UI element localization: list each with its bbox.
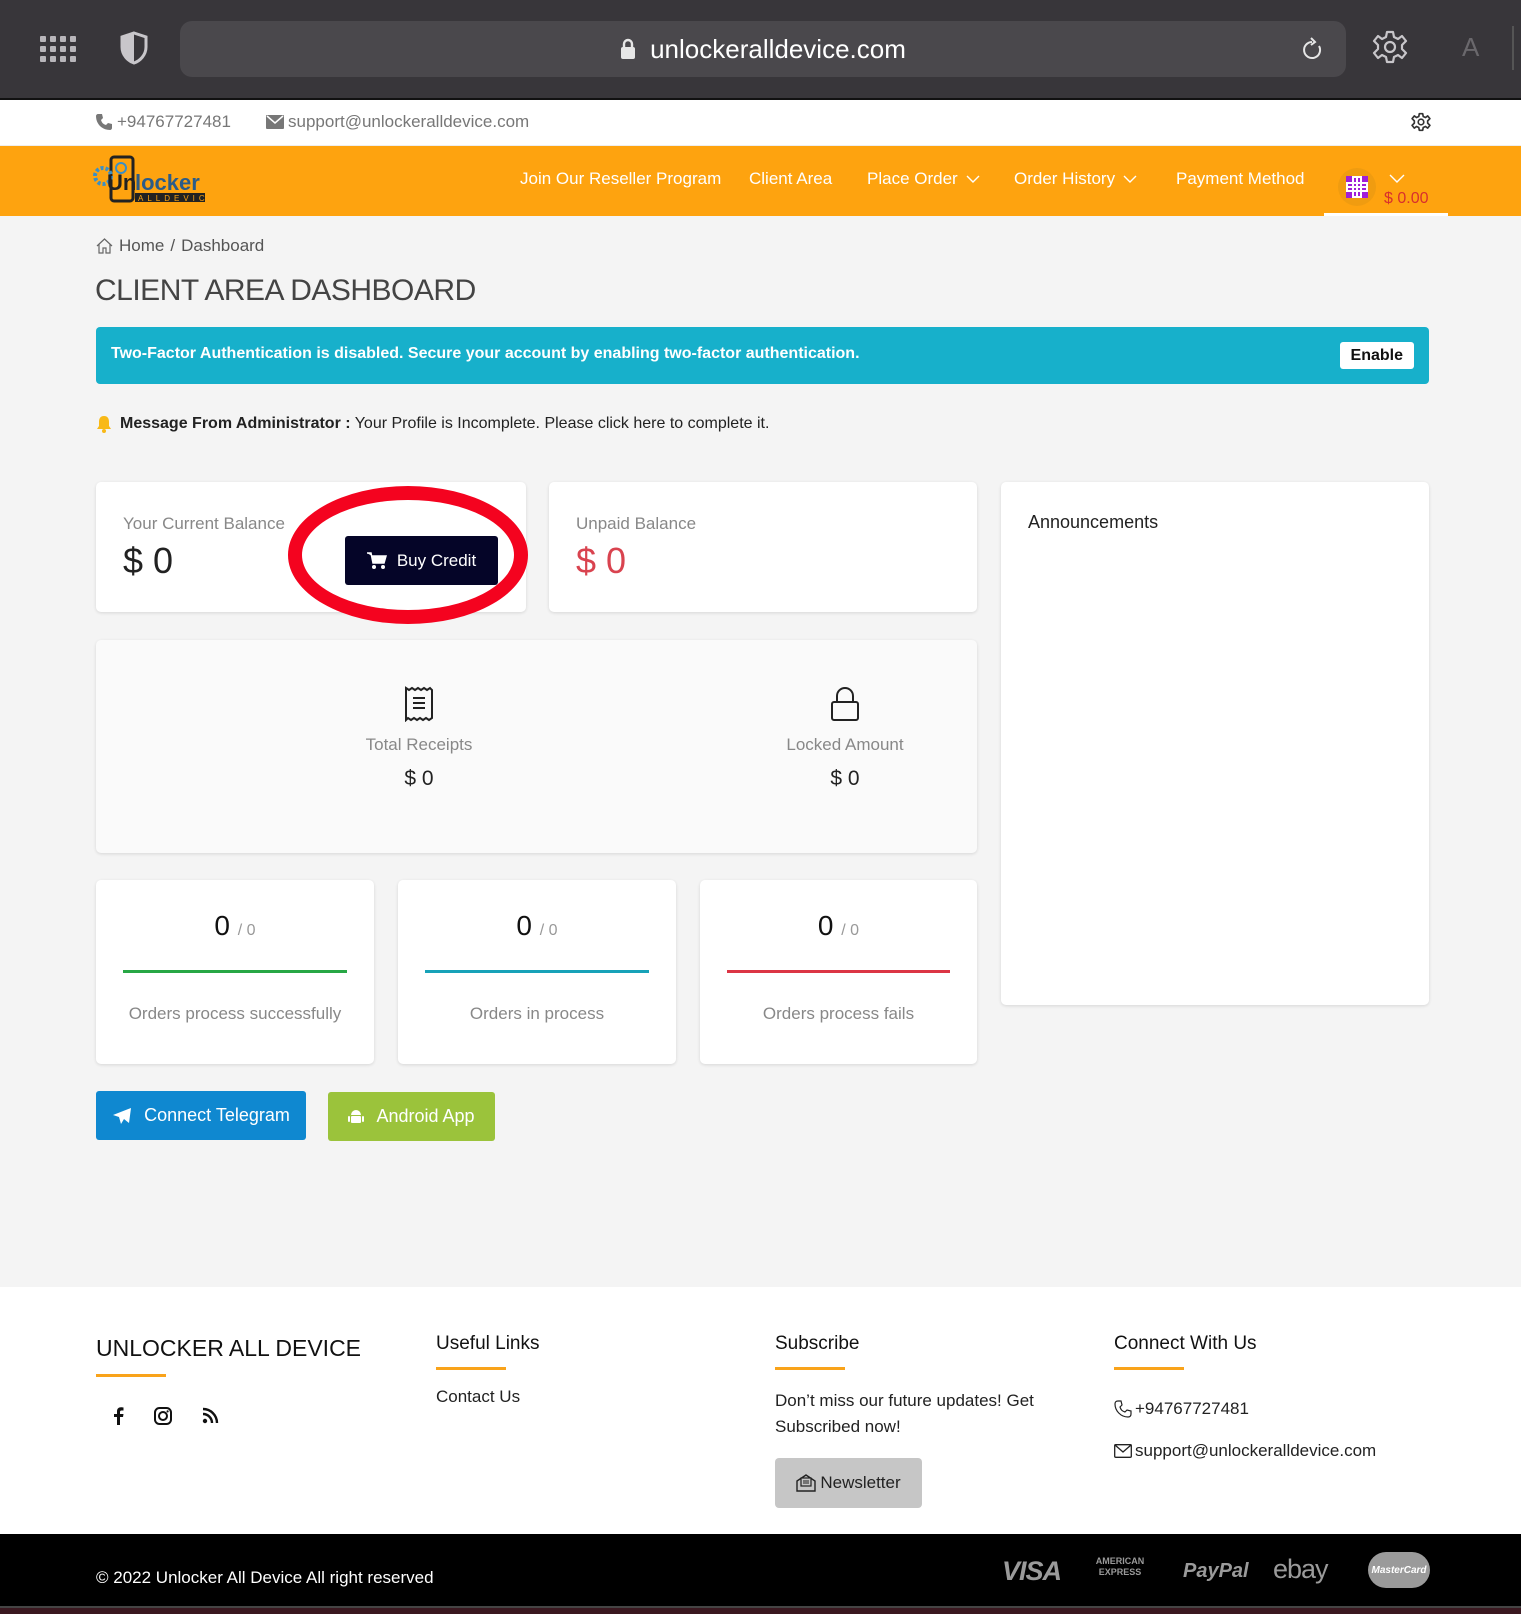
- orders-failed-card[interactable]: 0 / 0 Orders process fails: [700, 880, 977, 1064]
- envelope-icon: [266, 115, 284, 129]
- paypal-logo: PayPal: [1183, 1560, 1249, 1582]
- buy-credit-button[interactable]: Buy Credit: [345, 536, 498, 585]
- breadcrumb: Home / Dashboard: [96, 236, 264, 256]
- newsletter-button[interactable]: Newsletter: [775, 1458, 922, 1508]
- android-icon: [348, 1109, 365, 1123]
- alert-message: Two-Factor Authentication is disabled. S…: [111, 345, 860, 362]
- amex-logo: AMERICAN EXPRESS: [1095, 1556, 1145, 1577]
- locked-amount-stat: Locked Amount $ 0: [715, 686, 975, 791]
- visa-logo: VISA: [1002, 1556, 1062, 1586]
- site-logo[interactable]: Un locker ALLDEVICE: [93, 154, 214, 206]
- nav-client-area[interactable]: Client Area: [749, 169, 832, 189]
- total-receipts-stat: Total Receipts $ 0: [289, 686, 549, 791]
- admin-message: Message From Administrator : Your Profil…: [96, 415, 769, 433]
- active-indicator: [1324, 213, 1448, 216]
- envelope-open-icon: [796, 1474, 817, 1492]
- contact-bar: +94767727481 support@unlockeralldevice.c…: [0, 100, 1521, 146]
- svg-text:locker: locker: [135, 170, 200, 195]
- chevron-down-icon: [966, 175, 980, 183]
- telegram-icon: [113, 1107, 132, 1124]
- copyright-text: © 2022 Unlocker All Device All right res…: [96, 1568, 434, 1587]
- reader-mode-icon[interactable]: A: [1462, 32, 1479, 63]
- svg-text:Un: Un: [107, 170, 136, 195]
- settings-gear-icon[interactable]: [1372, 29, 1408, 70]
- announcements-panel: Announcements: [1001, 482, 1429, 1005]
- address-bar[interactable]: unlockeralldevice.com: [180, 21, 1346, 77]
- connect-telegram-button[interactable]: Connect Telegram: [96, 1091, 306, 1140]
- footer-link-contact-us[interactable]: Contact Us: [436, 1384, 540, 1410]
- in-process-progress-bar: [425, 970, 649, 973]
- chevron-down-icon: [1123, 175, 1137, 183]
- topbar-phone[interactable]: +94767727481: [95, 112, 231, 132]
- topbar-email[interactable]: support@unlockeralldevice.com: [266, 112, 529, 132]
- announcements-title: Announcements: [1028, 512, 1159, 532]
- current-balance-value: $ 0: [123, 540, 174, 581]
- browser-toolbar: unlockeralldevice.com A: [0, 0, 1521, 100]
- complete-profile-link[interactable]: Your Profile is Incomplete. Please click…: [355, 415, 770, 432]
- nav-place-order[interactable]: Place Order: [867, 169, 980, 189]
- settings-gear-icon[interactable]: [1411, 112, 1431, 137]
- unpaid-balance-value: $ 0: [576, 540, 627, 581]
- page-title: CLIENT AREA DASHBOARD: [95, 274, 476, 307]
- lock-icon: [621, 38, 636, 59]
- cart-icon: [366, 551, 387, 569]
- svg-text:ALLDEVICE: ALLDEVICE: [138, 194, 208, 203]
- android-app-button[interactable]: Android App: [328, 1092, 495, 1141]
- success-progress-bar: [123, 970, 347, 973]
- main-navbar: Un locker ALLDEVICE Join Our Reseller Pr…: [0, 146, 1521, 216]
- enable-2fa-button[interactable]: Enable: [1339, 342, 1414, 369]
- ebay-logo: ebay: [1273, 1554, 1329, 1584]
- bottom-stripe: [0, 1606, 1521, 1614]
- nav-reseller-program[interactable]: Join Our Reseller Program: [520, 169, 721, 189]
- home-icon: [96, 238, 113, 254]
- phone-icon: [96, 114, 112, 130]
- instagram-icon[interactable]: [154, 1407, 172, 1425]
- footer-phone[interactable]: +94767727481: [1114, 1396, 1376, 1422]
- footer-brand: UNLOCKER ALL DEVICE: [96, 1335, 361, 1425]
- nav-balance: $ 0.00: [1384, 190, 1429, 207]
- chevron-down-icon[interactable]: [1389, 174, 1405, 183]
- unpaid-balance-card: Unpaid Balance $ 0: [549, 482, 977, 612]
- url-text: unlockeralldevice.com: [650, 33, 906, 64]
- padlock-icon: [831, 687, 859, 721]
- footer-subscribe: Subscribe Don’t miss our future updates!…: [775, 1333, 1065, 1508]
- facebook-icon[interactable]: [112, 1407, 124, 1425]
- reload-icon[interactable]: [1300, 37, 1324, 68]
- breadcrumb-home[interactable]: Home: [119, 236, 164, 256]
- receipt-icon: [405, 686, 433, 723]
- orders-success-card[interactable]: 0 / 0 Orders process successfully: [96, 880, 374, 1064]
- two-factor-alert: Two-Factor Authentication is disabled. S…: [96, 327, 1429, 384]
- mastercard-logo: MasterCard: [1368, 1552, 1430, 1588]
- breadcrumb-current: Dashboard: [181, 236, 265, 255]
- footer-useful-links: Useful Links Contact Us: [436, 1333, 540, 1410]
- nav-order-history[interactable]: Order History: [1014, 169, 1137, 189]
- nav-payment-method[interactable]: Payment Method: [1176, 169, 1305, 189]
- account-stats-card: Total Receipts $ 0 Locked Amount $ 0: [96, 640, 977, 853]
- copyright-bar: © 2022 Unlocker All Device All right res…: [0, 1534, 1521, 1614]
- failed-progress-bar: [727, 970, 950, 973]
- privacy-shield-icon[interactable]: [120, 31, 148, 70]
- orders-in-process-card[interactable]: 0 / 0 Orders in process: [398, 880, 676, 1064]
- phone-icon: [1114, 1400, 1132, 1418]
- current-balance-label: Your Current Balance: [123, 514, 285, 533]
- footer-connect: Connect With Us +94767727481 support@unl…: [1114, 1333, 1376, 1464]
- tab-overview-icon[interactable]: [40, 36, 76, 62]
- bell-icon: [97, 416, 111, 433]
- toolbar-divider: [1512, 26, 1514, 70]
- unpaid-balance-label: Unpaid Balance: [576, 514, 697, 533]
- envelope-icon: [1114, 1444, 1132, 1458]
- footer-email[interactable]: support@unlockeralldevice.com: [1114, 1438, 1376, 1464]
- site-footer: UNLOCKER ALL DEVICE Useful Links Contact…: [0, 1287, 1521, 1534]
- rss-icon[interactable]: [202, 1407, 219, 1424]
- user-avatar[interactable]: [1338, 168, 1376, 206]
- social-links: [96, 1407, 361, 1425]
